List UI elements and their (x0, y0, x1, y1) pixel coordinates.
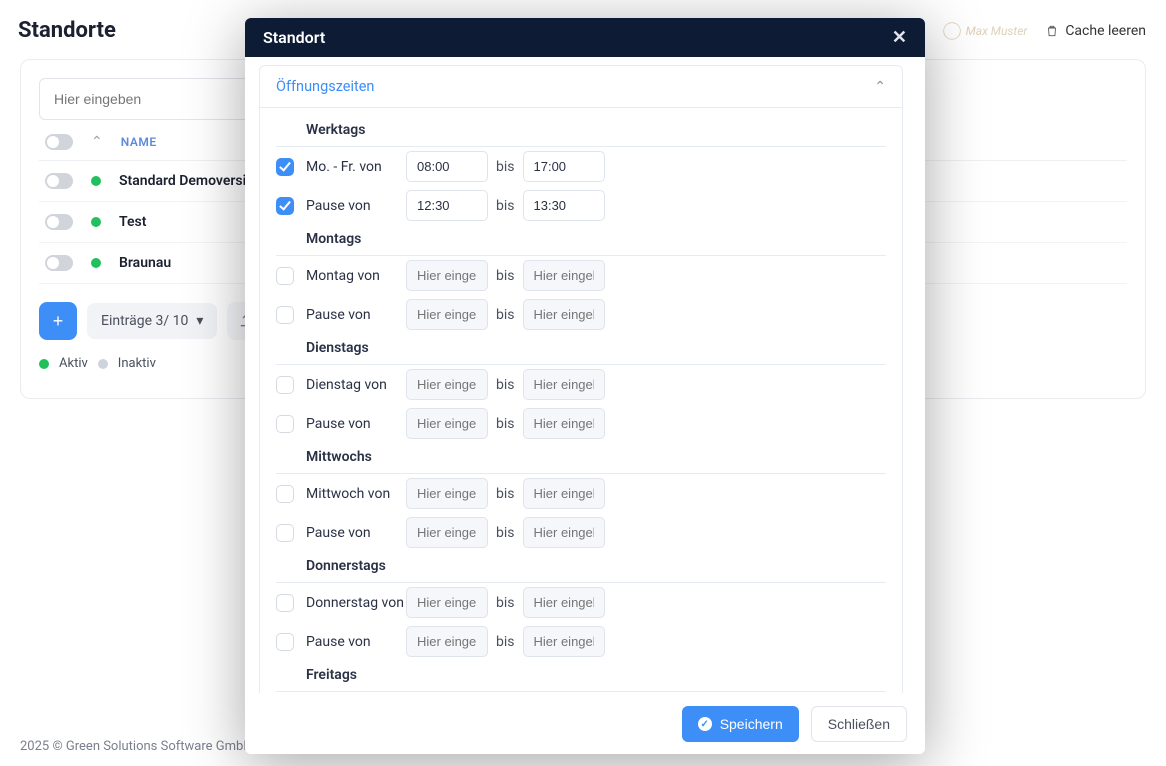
bis-label: bis (488, 377, 523, 393)
time-row: Pause von bis (276, 622, 886, 661)
row-checkbox[interactable] (276, 197, 294, 215)
time-from-input[interactable] (406, 299, 488, 330)
time-row: Pause von bis (276, 295, 886, 334)
section-header: Dienstags (276, 334, 886, 364)
check-circle-icon: ✓ (698, 717, 712, 731)
bis-label: bis (488, 159, 523, 175)
time-to-input[interactable] (523, 369, 605, 400)
time-row: Pause von bis (276, 404, 886, 443)
modal-footer: ✓ Speichern Schließen (245, 693, 925, 754)
row-label: Pause von (306, 525, 406, 541)
row-label: Montag von (306, 268, 406, 284)
time-row: Pause von bis (276, 513, 886, 552)
modal-body[interactable]: Öffnungszeiten ⌃ Werktags Mo. - Fr. von bi… (245, 57, 925, 693)
time-to-input[interactable] (523, 260, 605, 291)
row-label: Mittwoch von (306, 486, 406, 502)
row-checkbox[interactable] (276, 633, 294, 651)
section-header: Montags (276, 225, 886, 255)
time-from-input[interactable] (406, 478, 488, 509)
row-checkbox[interactable] (276, 485, 294, 503)
time-row: Freitag vonbis (276, 692, 886, 693)
row-label: Mo. - Fr. von (306, 159, 406, 175)
modal-header: Standort ✕ (245, 18, 925, 57)
location-modal: Standort ✕ Öffnungszeiten ⌃ WerktagsMo. … (245, 18, 925, 754)
time-from-input[interactable] (406, 151, 488, 182)
section-header: Donnerstags (276, 552, 886, 582)
time-to-input[interactable] (523, 151, 605, 182)
close-button[interactable]: Schließen (811, 706, 907, 742)
close-label: Schließen (828, 716, 890, 732)
time-to-input[interactable] (523, 587, 605, 618)
time-row: Dienstag von bis (276, 365, 886, 404)
bis-label: bis (488, 634, 523, 650)
bis-label: bis (488, 416, 523, 432)
time-from-input[interactable] (406, 260, 488, 291)
time-from-input[interactable] (406, 587, 488, 618)
row-checkbox[interactable] (276, 158, 294, 176)
close-icon[interactable]: ✕ (892, 29, 907, 47)
time-row: Donnerstag von bis (276, 583, 886, 622)
bis-label: bis (488, 198, 523, 214)
bis-label: bis (488, 486, 523, 502)
time-row: Mittwoch von bis (276, 474, 886, 513)
row-label: Pause von (306, 416, 406, 432)
row-label: Donnerstag von (306, 595, 406, 611)
time-row: Montag von bis (276, 256, 886, 295)
time-to-input[interactable] (523, 299, 605, 330)
accordion-title: Öffnungszeiten (276, 78, 374, 95)
row-label: Dienstag von (306, 377, 406, 393)
time-from-input[interactable] (406, 190, 488, 221)
row-label: Pause von (306, 198, 406, 214)
row-checkbox[interactable] (276, 415, 294, 433)
save-label: Speichern (720, 716, 783, 732)
opening-hours-accordion: Öffnungszeiten ⌃ Werktags Mo. - Fr. von bi… (259, 65, 903, 693)
save-button[interactable]: ✓ Speichern (682, 706, 799, 742)
time-row: Mo. - Fr. von bis (276, 147, 886, 186)
row-checkbox[interactable] (276, 306, 294, 324)
time-from-input[interactable] (406, 517, 488, 548)
time-from-input[interactable] (406, 626, 488, 657)
accordion-header[interactable]: Öffnungszeiten ⌃ (260, 66, 902, 108)
time-to-input[interactable] (523, 408, 605, 439)
bis-label: bis (488, 525, 523, 541)
time-to-input[interactable] (523, 190, 605, 221)
bis-label: bis (488, 268, 523, 284)
time-to-input[interactable] (523, 517, 605, 548)
time-to-input[interactable] (523, 626, 605, 657)
row-label: Pause von (306, 307, 406, 323)
section-header: Werktags (276, 116, 886, 146)
modal-title: Standort (263, 28, 325, 47)
bis-label: bis (488, 307, 523, 323)
time-from-input[interactable] (406, 408, 488, 439)
section-header: Mittwochs (276, 443, 886, 473)
row-checkbox[interactable] (276, 376, 294, 394)
row-label: Pause von (306, 634, 406, 650)
time-to-input[interactable] (523, 478, 605, 509)
accordion-body: WerktagsMo. - Fr. vonbisPause vonbisMont… (260, 108, 902, 693)
section-header: Freitags (276, 661, 886, 691)
row-checkbox[interactable] (276, 594, 294, 612)
row-checkbox[interactable] (276, 524, 294, 542)
chevron-up-icon: ⌃ (874, 79, 886, 95)
time-row: Pause von bis (276, 186, 886, 225)
bis-label: bis (488, 595, 523, 611)
row-checkbox[interactable] (276, 267, 294, 285)
time-from-input[interactable] (406, 369, 488, 400)
